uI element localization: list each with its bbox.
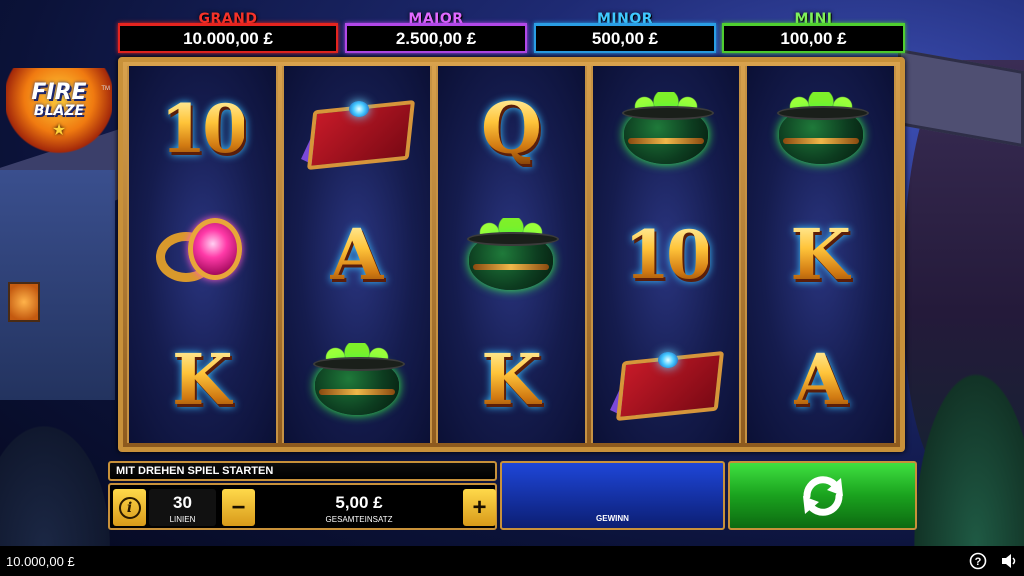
spin-button[interactable] <box>728 461 917 530</box>
cauldron-symbol <box>311 337 405 423</box>
jackpot-minor: MINOR 500,00 £ <box>534 11 716 55</box>
question-circle-icon[interactable]: ? <box>969 552 987 570</box>
reel-cell <box>284 66 431 192</box>
symbol-a: A <box>329 212 385 296</box>
info-button[interactable]: i <box>113 489 146 526</box>
background-foliage-right <box>904 346 1024 546</box>
reel-cell <box>438 192 585 318</box>
decrease-bet-button[interactable]: − <box>222 489 255 526</box>
reel-4: 10 <box>590 66 742 443</box>
reel-cell <box>747 66 894 192</box>
jackpot-major-value: 2.500,00 £ <box>345 23 527 53</box>
jackpot-mini-value: 100,00 £ <box>722 23 905 53</box>
total-bet-label: GESAMTEINSATZ <box>325 515 393 524</box>
symbol-10: 10 <box>160 89 248 168</box>
info-icon: i <box>118 496 141 519</box>
reel-cell: 10 <box>593 192 740 318</box>
message-bar: MIT DREHEN SPIEL STARTEN <box>108 461 497 481</box>
cauldron-symbol <box>465 212 560 298</box>
lines-value: 30 <box>173 493 192 512</box>
reel-cell: Q <box>438 66 585 192</box>
logo-text-blaze: BLAZE <box>33 103 85 119</box>
reel-cell: K <box>129 317 276 443</box>
jackpot-major: MAJOR 2.500,00 £ <box>345 11 527 55</box>
reel-cell: A <box>747 317 894 443</box>
symbol-a: A <box>793 338 848 422</box>
lines-display: 30 LINIEN <box>149 489 216 526</box>
symbol-10: 10 <box>624 215 712 294</box>
background-window <box>8 282 40 322</box>
reel-cell <box>593 66 740 192</box>
win-label: GEWINN <box>596 514 629 523</box>
cauldron-symbol <box>620 86 715 172</box>
refresh-arrows-icon <box>797 470 849 522</box>
trademark-mark: TM <box>101 86 110 92</box>
symbol-k: K <box>171 338 233 422</box>
total-bet-value: 5,00 £ <box>335 493 383 512</box>
balance-display: 10.000,00 £ <box>6 554 75 569</box>
symbol-k: K <box>790 212 852 296</box>
reel-cell: K <box>438 317 585 443</box>
reel-frame: 10 K A Q K 10 K A <box>118 57 905 452</box>
background-foliage-left <box>0 426 110 546</box>
symbol-k: K <box>481 338 542 422</box>
symbol-q: Q <box>480 86 542 170</box>
ring-symbol <box>150 210 254 300</box>
reel-cell: 10 <box>129 66 276 192</box>
reel-cell <box>129 192 276 318</box>
reel-cell <box>284 317 431 443</box>
speaker-icon[interactable] <box>1000 552 1018 570</box>
reel-cell <box>593 317 740 443</box>
cauldron-symbol <box>775 86 869 172</box>
total-bet-display: 5,00 £ GESAMTEINSATZ <box>258 489 460 526</box>
win-display: GEWINN <box>500 461 725 530</box>
star-icon: ★ <box>51 122 67 139</box>
reel-2: A <box>281 66 433 443</box>
bet-panel: i 30 LINIEN − 5,00 £ GESAMTEINSATZ + <box>108 483 497 530</box>
reel-3: QK <box>436 66 587 443</box>
increase-bet-button[interactable]: + <box>463 489 496 526</box>
reel-5: KA <box>745 66 896 443</box>
jackpot-minor-value: 500,00 £ <box>534 23 716 53</box>
reels-grid: 10 K A Q K 10 K A <box>127 66 896 443</box>
game-logo: FIRE BLAZE ★ TM <box>6 68 112 154</box>
spellbook-symbol <box>300 89 415 170</box>
jackpot-grand: GRAND 10.000,00 £ <box>118 11 338 55</box>
lines-label: LINIEN <box>169 515 196 524</box>
reel-cell: K <box>747 192 894 318</box>
footer-bar: 10.000,00 £ ? <box>0 546 1024 576</box>
reel-1: 10 K <box>127 66 278 443</box>
reel-cell: A <box>284 192 431 318</box>
jackpot-grand-value: 10.000,00 £ <box>118 23 338 53</box>
logo-text-fire: FIRE <box>31 80 87 105</box>
svg-text:?: ? <box>975 556 982 568</box>
jackpot-mini: MINI 100,00 £ <box>722 11 905 55</box>
spellbook-symbol <box>610 340 725 422</box>
